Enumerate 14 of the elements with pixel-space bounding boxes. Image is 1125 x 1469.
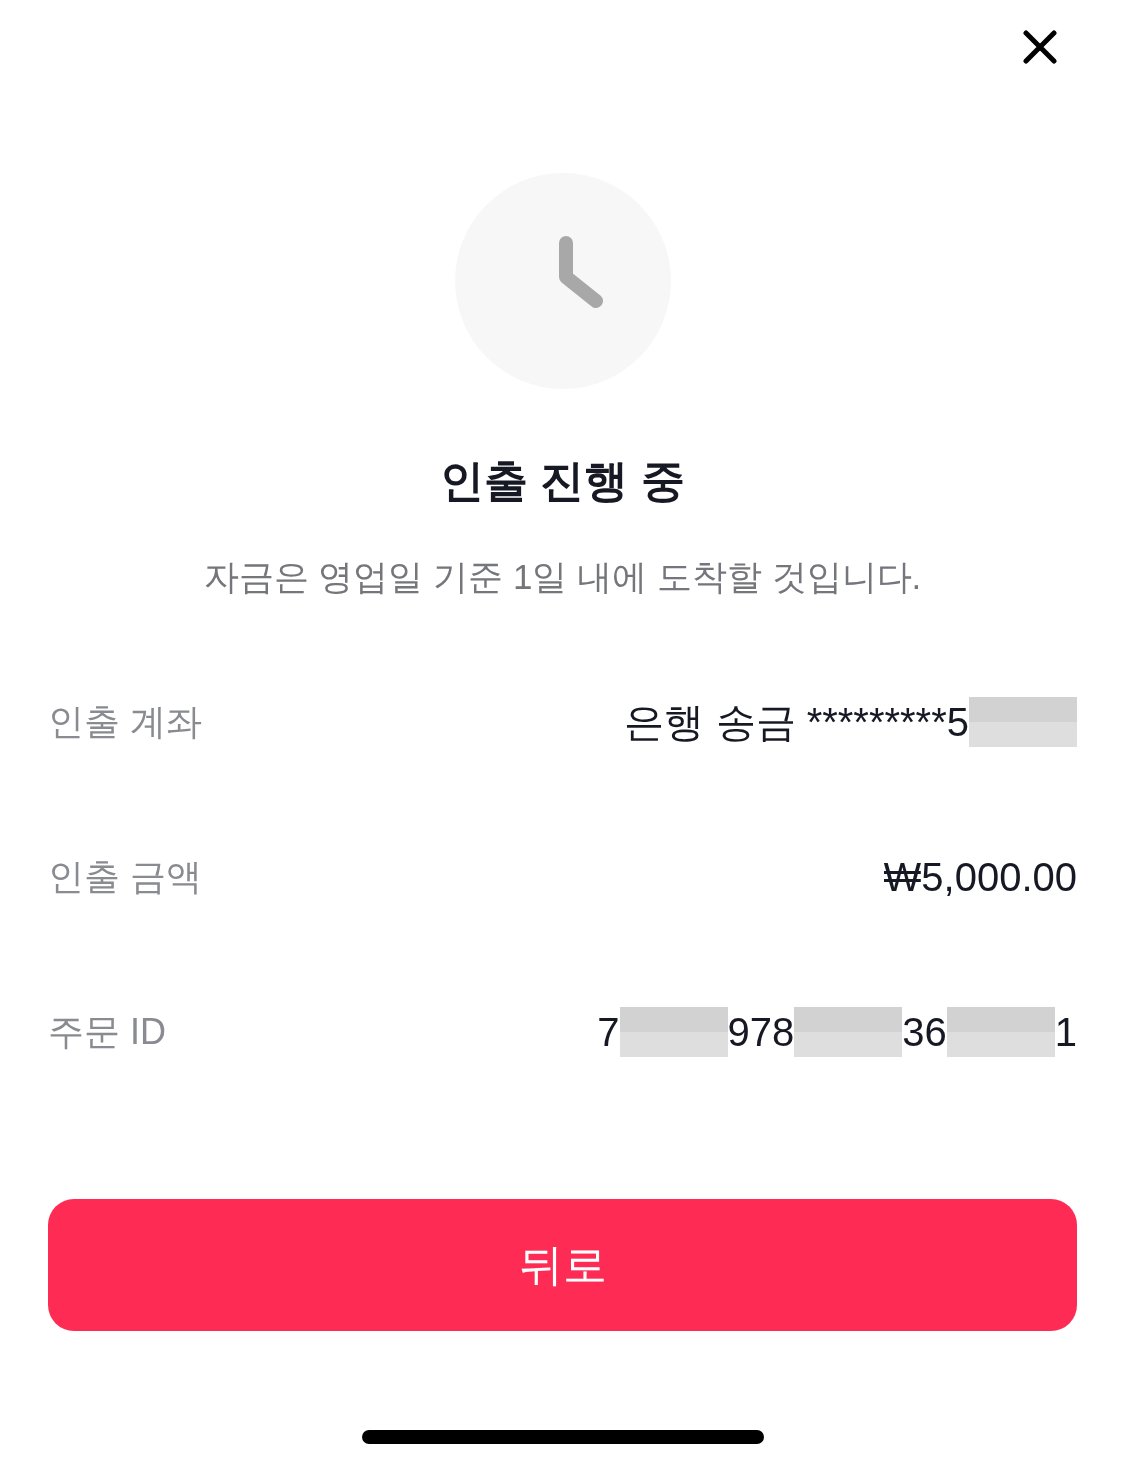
detail-label: 인출 금액 <box>48 854 202 899</box>
value-text: 36 <box>902 1008 947 1056</box>
back-button[interactable]: 뒤로 <box>48 1199 1077 1331</box>
value-text: 7 <box>597 1008 620 1056</box>
value-text: 978 <box>727 1008 795 1056</box>
value-text: 은행 송금 *********5 <box>624 698 969 746</box>
close-icon <box>1023 30 1057 64</box>
detail-label: 주문 ID <box>48 1009 166 1054</box>
value-text: 1 <box>1054 1008 1077 1056</box>
status-title: 인출 진행 중 <box>439 455 686 507</box>
detail-label: 인출 계좌 <box>48 699 202 744</box>
clock-icon <box>454 173 671 389</box>
status-message: 자금은 영업일 기준 1일 내에 도착할 것입니다. <box>202 556 923 598</box>
value-text: ₩5,000.00 <box>883 853 1077 901</box>
